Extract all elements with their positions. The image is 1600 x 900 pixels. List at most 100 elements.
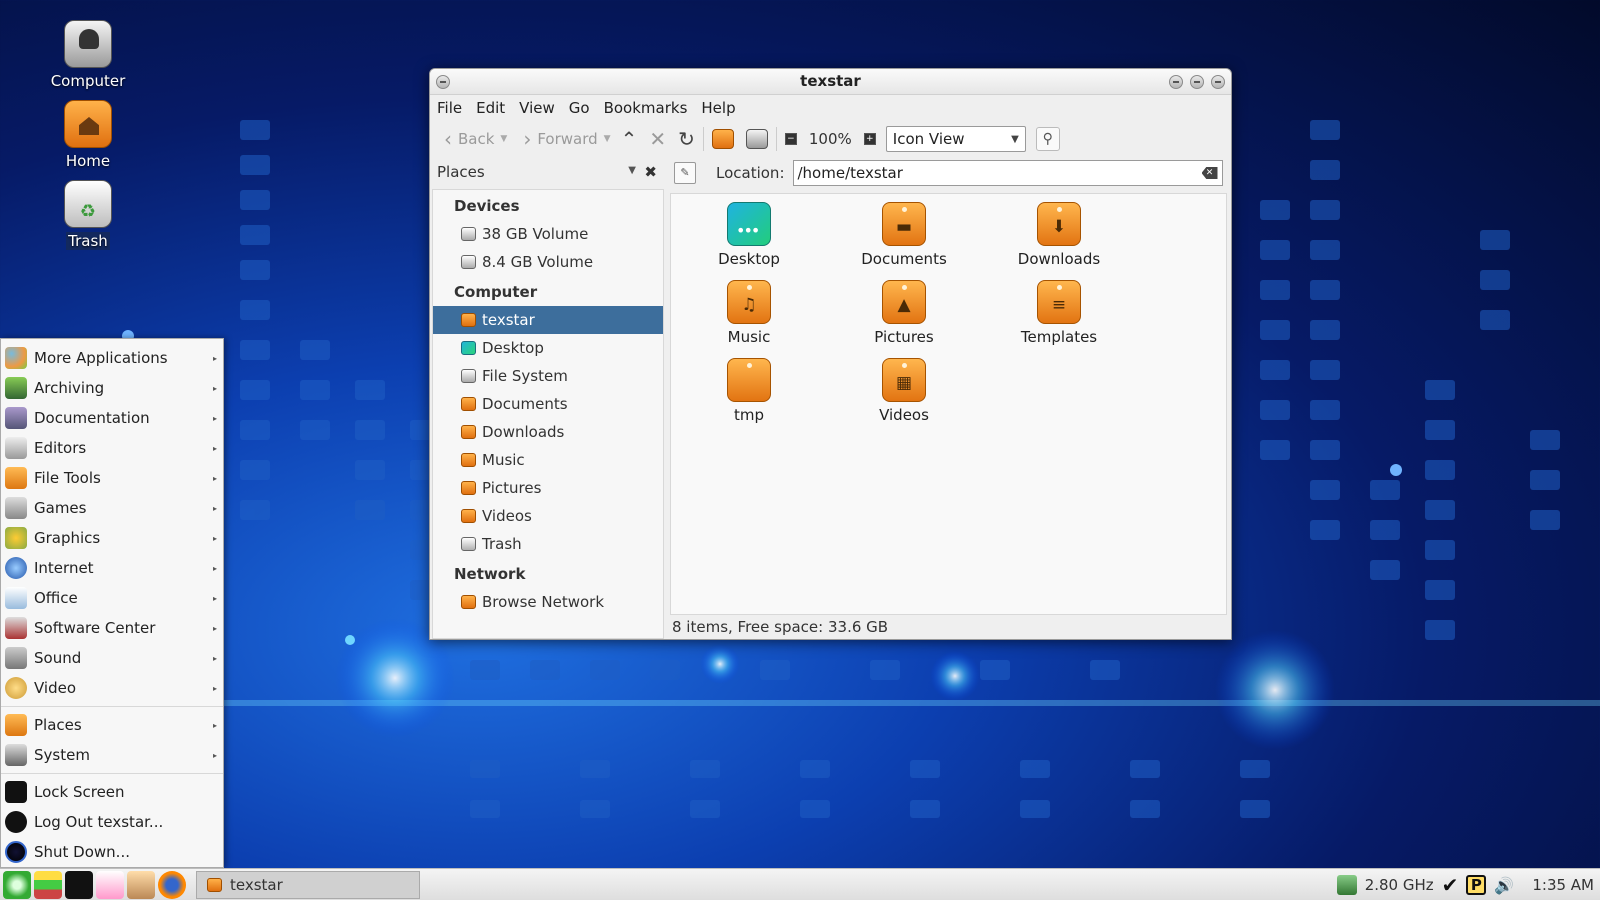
place-8gb-volume[interactable]: 8.4 GB Volume bbox=[433, 248, 663, 276]
up-arrow-icon[interactable]: ⌃ bbox=[621, 127, 638, 151]
back-button[interactable]: ‹ Back ▼ bbox=[438, 127, 513, 151]
chevron-right-icon: › bbox=[523, 127, 532, 151]
minimize-button[interactable] bbox=[1169, 75, 1183, 89]
menu-view[interactable]: View bbox=[519, 99, 555, 117]
place-38gb-volume[interactable]: 38 GB Volume bbox=[433, 220, 663, 248]
location-input[interactable]: /home/texstar ✕ bbox=[792, 160, 1223, 186]
menu-documentation[interactable]: Documentation ▸ bbox=[1, 403, 223, 433]
menu-system[interactable]: System ▸ bbox=[1, 740, 223, 770]
clear-location-icon[interactable]: ✕ bbox=[1201, 167, 1218, 179]
menu-help[interactable]: Help bbox=[701, 99, 735, 117]
view-mode-select[interactable]: Icon View ▼ bbox=[885, 126, 1026, 152]
menu-graphics[interactable]: Graphics ▸ bbox=[1, 523, 223, 553]
place-trash[interactable]: Trash bbox=[433, 530, 663, 558]
clock[interactable]: 1:35 AM bbox=[1532, 876, 1594, 894]
submenu-arrow-icon: ▸ bbox=[212, 750, 217, 760]
place-texstar[interactable]: texstar bbox=[433, 306, 663, 334]
file-item-videos[interactable]: ▦ Videos bbox=[844, 358, 964, 424]
sidebar-dropdown-icon[interactable]: ▼ bbox=[628, 165, 636, 176]
submenu-arrow-icon: ▸ bbox=[212, 653, 217, 663]
menu-edit[interactable]: Edit bbox=[476, 99, 505, 117]
places-list: Devices 38 GB Volume 8.4 GB Volume Compu… bbox=[432, 189, 664, 639]
stop-icon[interactable]: ✕ bbox=[649, 127, 666, 151]
cpu-monitor-icon[interactable] bbox=[1336, 875, 1357, 895]
status-bar: 8 items, Free space: 33.6 GB bbox=[672, 618, 889, 636]
menu-sound[interactable]: Sound ▸ bbox=[1, 643, 223, 673]
file-item-desktop[interactable]: Desktop bbox=[689, 202, 809, 268]
back-history-dropdown-icon[interactable]: ▼ bbox=[500, 134, 507, 144]
edit-location-toggle-icon[interactable]: ✎ bbox=[674, 162, 696, 184]
taskbar: texstar 2.80 GHz ✔ P 🔊 1:35 AM bbox=[0, 868, 1600, 900]
menu-go[interactable]: Go bbox=[569, 99, 590, 117]
menu-archiving[interactable]: Archiving ▸ bbox=[1, 373, 223, 403]
sidebar-title[interactable]: Places bbox=[437, 163, 485, 181]
maximize-button[interactable] bbox=[1190, 75, 1204, 89]
place-browse-network[interactable]: Browse Network bbox=[433, 588, 663, 616]
volume-icon[interactable]: 🔊 bbox=[1494, 876, 1514, 895]
menu-editors[interactable]: Editors ▸ bbox=[1, 433, 223, 463]
menu-video[interactable]: Video ▸ bbox=[1, 673, 223, 703]
file-item-tmp[interactable]: tmp bbox=[689, 358, 809, 424]
zoom-out-icon[interactable]: − bbox=[784, 133, 797, 145]
logout-icon bbox=[5, 811, 27, 833]
desktop-icon-trash[interactable]: Trash bbox=[38, 180, 138, 250]
computer-icon[interactable] bbox=[745, 129, 768, 149]
taskbar-window-button[interactable]: texstar bbox=[196, 870, 420, 899]
menu-lock-screen[interactable]: Lock Screen bbox=[1, 777, 223, 807]
submenu-arrow-icon: ▸ bbox=[212, 720, 217, 730]
reload-icon[interactable]: ↻ bbox=[678, 127, 695, 151]
menu-shut-down[interactable]: Shut Down... bbox=[1, 837, 223, 867]
menu-internet[interactable]: Internet ▸ bbox=[1, 553, 223, 583]
forward-button[interactable]: › Forward ▼ bbox=[517, 127, 616, 151]
place-music[interactable]: Music bbox=[433, 446, 663, 474]
home-folder-icon[interactable] bbox=[711, 129, 734, 149]
terminal-icon[interactable] bbox=[65, 870, 93, 899]
file-label: Documents bbox=[861, 250, 947, 268]
place-file-system[interactable]: File System bbox=[433, 362, 663, 390]
menu-bookmarks[interactable]: Bookmarks bbox=[604, 99, 688, 117]
window-titlebar[interactable]: texstar bbox=[430, 69, 1231, 95]
dropdown-caret-icon: ▼ bbox=[1011, 133, 1019, 145]
zoom-in-icon[interactable]: + bbox=[863, 133, 876, 145]
desktop-icon-label: Home bbox=[65, 152, 111, 170]
file-item-documents[interactable]: ▬ Documents bbox=[844, 202, 964, 268]
games-icon bbox=[5, 497, 27, 519]
app-menu-gear-icon[interactable] bbox=[3, 870, 31, 899]
settings-launcher-icon[interactable] bbox=[96, 870, 124, 899]
place-documents[interactable]: Documents bbox=[433, 390, 663, 418]
firefox-icon[interactable] bbox=[158, 870, 186, 899]
menu-places[interactable]: Places ▸ bbox=[1, 710, 223, 740]
menu-file-tools[interactable]: File Tools ▸ bbox=[1, 463, 223, 493]
desktop-icon-label-text: Trash bbox=[66, 232, 110, 250]
forward-history-dropdown-icon[interactable]: ▼ bbox=[604, 134, 611, 144]
menu-office[interactable]: Office ▸ bbox=[1, 583, 223, 613]
menu-software-center[interactable]: Software Center ▸ bbox=[1, 613, 223, 643]
menu-log-out[interactable]: Log Out texstar... bbox=[1, 807, 223, 837]
file-manager-launcher-icon[interactable] bbox=[34, 870, 62, 899]
desktop-icon-computer[interactable]: Computer bbox=[38, 20, 138, 90]
place-pictures[interactable]: Pictures bbox=[433, 474, 663, 502]
place-videos[interactable]: Videos bbox=[433, 502, 663, 530]
graphics-icon bbox=[5, 527, 27, 549]
close-button[interactable] bbox=[1211, 75, 1225, 89]
menu-label: Games bbox=[34, 499, 87, 517]
update-check-icon[interactable]: ✔ bbox=[1442, 873, 1459, 897]
menu-more-applications[interactable]: More Applications ▸ bbox=[1, 343, 223, 373]
file-item-pictures[interactable]: ▲ Pictures bbox=[844, 280, 964, 346]
power-icon bbox=[5, 841, 27, 863]
package-manager-icon[interactable]: P bbox=[1466, 875, 1487, 895]
drive-icon bbox=[461, 369, 476, 383]
place-label: Trash bbox=[482, 535, 522, 553]
menu-games[interactable]: Games ▸ bbox=[1, 493, 223, 523]
archive-launcher-icon[interactable] bbox=[127, 870, 155, 899]
menu-file[interactable]: File bbox=[437, 99, 462, 117]
file-item-music[interactable]: ♫ Music bbox=[689, 280, 809, 346]
place-desktop[interactable]: Desktop bbox=[433, 334, 663, 362]
desktop-icon-home[interactable]: Home bbox=[38, 100, 138, 170]
place-downloads[interactable]: Downloads bbox=[433, 418, 663, 446]
sidebar-close-icon[interactable]: ✖ bbox=[644, 163, 657, 181]
file-item-templates[interactable]: ≡ Templates bbox=[999, 280, 1119, 346]
file-item-downloads[interactable]: ⬇ Downloads bbox=[999, 202, 1119, 268]
search-button[interactable]: ⚲ bbox=[1035, 127, 1060, 151]
window-title: texstar bbox=[800, 72, 861, 90]
